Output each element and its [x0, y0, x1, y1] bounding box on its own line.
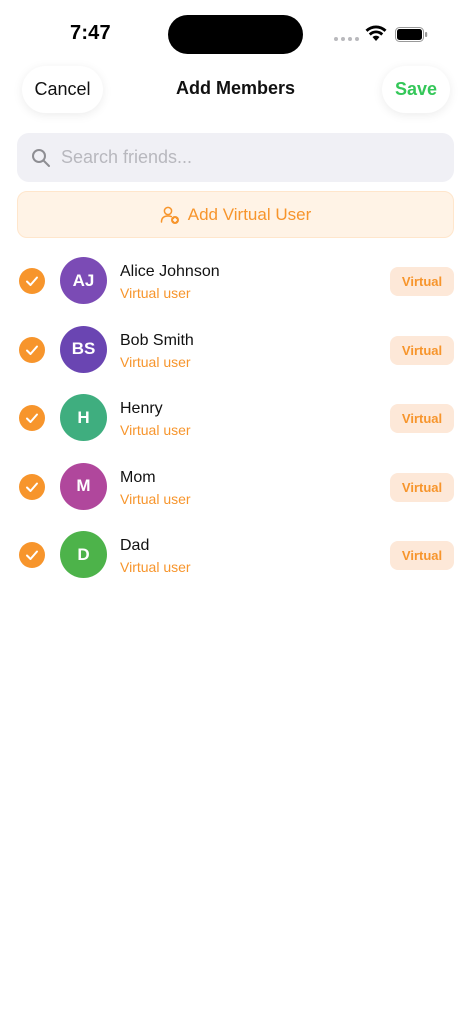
search-icon — [32, 148, 50, 167]
member-subtitle: Virtual user — [120, 285, 191, 301]
search-bar[interactable] — [17, 133, 454, 182]
list-item[interactable]: M Mom Virtual user Virtual — [0, 458, 471, 527]
dynamic-island — [168, 15, 303, 54]
status-time: 7:47 — [70, 22, 111, 44]
avatar: D — [60, 531, 107, 578]
save-button[interactable]: Save — [382, 66, 450, 113]
checkmark-icon — [26, 550, 38, 560]
member-subtitle: Virtual user — [120, 490, 191, 507]
list-item[interactable]: AJ Alice Johnson Virtual user Virtual — [0, 252, 471, 321]
virtual-badge: Virtual — [390, 267, 454, 296]
member-subtitle: Virtual user — [120, 559, 191, 575]
member-name: Alice Johnson — [120, 263, 220, 280]
virtual-badge: Virtual — [390, 541, 454, 570]
checkbox-checked[interactable] — [19, 336, 45, 363]
avatar: BS — [60, 325, 107, 373]
checkbox-checked[interactable] — [19, 405, 45, 431]
add-virtual-user-button[interactable]: Add Virtual User — [17, 191, 454, 238]
person-add-icon — [160, 206, 179, 224]
search-input[interactable] — [61, 147, 431, 168]
virtual-badge: Virtual — [390, 335, 454, 365]
cellular-signal-icon — [334, 37, 359, 41]
member-name: Dad — [120, 537, 150, 554]
wifi-icon — [365, 25, 387, 41]
checkmark-icon — [26, 276, 38, 286]
list-item[interactable]: BS Bob Smith Virtual user Virtual — [0, 321, 471, 390]
avatar: AJ — [60, 257, 107, 304]
member-list: AJ Alice Johnson Virtual user Virtual BS… — [0, 252, 471, 595]
member-subtitle: Virtual user — [120, 422, 191, 438]
virtual-badge: Virtual — [390, 472, 454, 502]
virtual-badge: Virtual — [390, 404, 454, 433]
member-name: Mom — [120, 468, 156, 486]
checkmark-icon — [26, 482, 38, 492]
checkmark-icon — [26, 413, 38, 423]
list-item[interactable]: D Dad Virtual user Virtual — [0, 526, 471, 595]
avatar: H — [60, 394, 107, 441]
avatar: M — [60, 462, 107, 510]
member-name: Bob Smith — [120, 331, 194, 349]
member-name: Henry — [120, 400, 163, 417]
add-virtual-user-label: Add Virtual User — [187, 204, 312, 224]
checkbox-checked[interactable] — [19, 268, 45, 294]
member-subtitle: Virtual user — [120, 353, 191, 370]
checkbox-checked[interactable] — [19, 473, 45, 500]
checkbox-checked[interactable] — [19, 542, 45, 568]
checkmark-icon — [26, 345, 38, 355]
list-item[interactable]: H Henry Virtual user Virtual — [0, 389, 471, 458]
battery-icon — [395, 27, 428, 42]
status-bar: 7:47 — [0, 0, 471, 60]
